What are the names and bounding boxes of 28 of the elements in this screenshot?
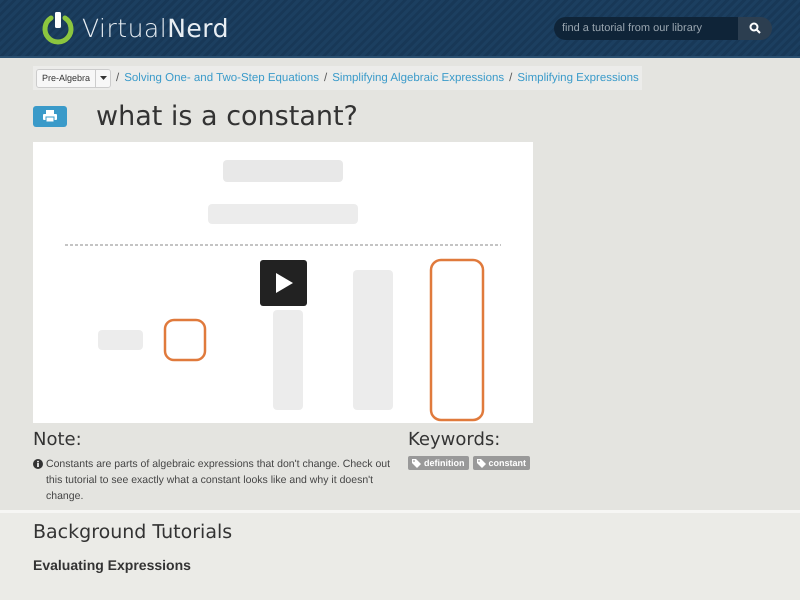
search-field[interactable]: find a tutorial from our library: [554, 16, 738, 40]
breadcrumb-link[interactable]: Simplifying Algebraic Expressions: [332, 72, 504, 84]
section-heading: Background Tutorials: [33, 521, 234, 543]
printer-icon: [43, 110, 57, 122]
info-icon: [33, 459, 43, 469]
breadcrumb-separator: /: [509, 72, 512, 84]
power-logo-icon: [40, 10, 76, 46]
breadcrumb-link[interactable]: Simplifying Expressions: [517, 72, 639, 84]
play-button[interactable]: [260, 260, 307, 306]
subject-dropdown[interactable]: Pre-Algebra: [36, 68, 112, 88]
search-button[interactable]: [738, 16, 772, 40]
tutorial-link[interactable]: Evaluating Expressions: [33, 557, 767, 573]
note-text: Constants are parts of algebraic expressions that don't change. Check out this tutorial to see exactly what a constant looks like and why it doesn't change.: [46, 457, 391, 504]
tag-icon: [412, 458, 421, 468]
note-heading: Note:: [33, 429, 83, 450]
breadcrumb-separator: /: [116, 72, 120, 84]
keywords-heading: Keywords:: [408, 429, 502, 450]
breadcrumb-separator: /: [324, 72, 328, 84]
caret-icon: [100, 76, 107, 80]
breadcrumb-link[interactable]: Solving One- and Two-Step Equations: [124, 72, 320, 84]
tag-icon: [476, 458, 486, 468]
play-icon: [274, 272, 294, 294]
print-button[interactable]: [33, 106, 67, 126]
logo-text[interactable]: VirtualNerd: [82, 14, 229, 42]
keyword-tag[interactable]: definition: [408, 456, 468, 470]
keyword-tag[interactable]: constant: [472, 456, 530, 470]
search-icon: [749, 22, 761, 34]
page-title: what is a constant?: [96, 100, 358, 132]
